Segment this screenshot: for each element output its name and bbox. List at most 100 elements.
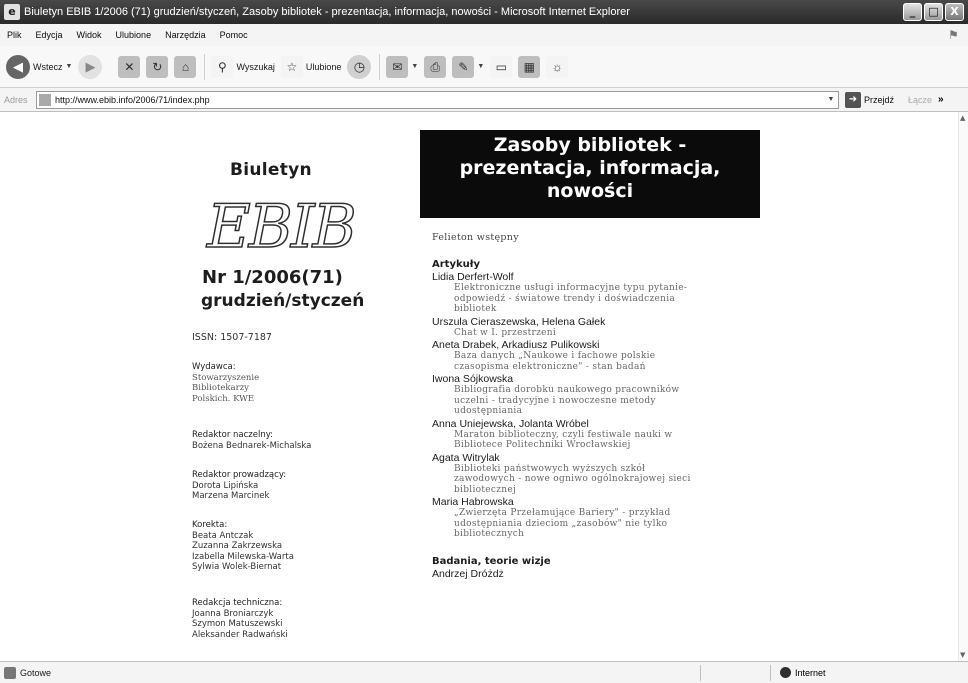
- messenger-icon: ☼: [546, 55, 569, 78]
- mail-icon: ✉: [386, 55, 409, 78]
- article-link[interactable]: Maraton biblioteczny, czyli festiwale na…: [432, 430, 777, 441]
- article-link[interactable]: udostępniania: [432, 406, 777, 417]
- menu-favorites[interactable]: Ulubione: [109, 30, 159, 40]
- close-button[interactable]: X: [945, 3, 964, 21]
- menu-view[interactable]: Widok: [70, 30, 109, 40]
- publisher-link[interactable]: Bibliotekarzy: [192, 383, 259, 394]
- refresh-icon: ↻: [146, 55, 169, 78]
- toolbar-separator: [204, 53, 206, 80]
- favorites-button[interactable]: ☆ Ulubione: [280, 55, 342, 78]
- go-label: Przejdź: [864, 94, 895, 105]
- article-author: Lidia Derfert-Wolf: [432, 271, 514, 283]
- research-button[interactable]: ▦: [518, 55, 541, 78]
- banner-line: prezentacja, informacja,: [459, 157, 721, 179]
- issue-date: grudzień/styczeń: [201, 291, 365, 311]
- print-button[interactable]: ⎙: [424, 55, 447, 78]
- maximize-button[interactable]: □: [924, 3, 943, 21]
- history-icon: ◷: [347, 54, 372, 79]
- lead-editor-name: Marzena Marcinek: [192, 491, 270, 501]
- url-input[interactable]: [55, 94, 824, 105]
- favorites-star-icon: ☆: [280, 55, 303, 78]
- article-link[interactable]: udostępniania dzieciom „zasobów" nie tyl…: [432, 519, 777, 530]
- editor-label: Redaktor naczelny:: [192, 430, 273, 440]
- search-label: Wyszukaj: [236, 61, 275, 72]
- article-author: Aneta Drabek, Arkadiusz Pulikowski: [432, 339, 600, 351]
- refresh-button[interactable]: ↻: [146, 55, 169, 78]
- editor-block: Redaktor naczelny: Bożena Bednarek-Micha…: [192, 430, 311, 451]
- status-text: Gotowe: [20, 667, 52, 678]
- page-icon: [39, 93, 51, 106]
- favorites-label: Ulubione: [305, 61, 342, 72]
- article-link[interactable]: „Zwierzęta Przełamujące Bariery" - przyk…: [432, 508, 777, 519]
- article-link[interactable]: odpowiedź - światowe trendy i doświadcze…: [432, 294, 777, 305]
- forward-arrow-icon: ▶: [78, 54, 103, 79]
- feuilleton-link[interactable]: Felieton wstępny: [432, 232, 777, 243]
- tech-editor-name: Aleksander Radwański: [192, 629, 288, 640]
- address-field[interactable]: ▼: [36, 90, 839, 109]
- article-link[interactable]: Elektroniczne usługi informacyjne typu p…: [432, 283, 777, 294]
- forward-button[interactable]: ▶: [78, 54, 103, 79]
- messenger-button[interactable]: ☼: [546, 55, 569, 78]
- window-title: Biuletyn EBIB 1/2006 (71) grudzień/stycz…: [24, 6, 630, 18]
- tech-editing-block: Redakcja techniczna: Joanna Broniarczyk …: [192, 598, 288, 640]
- links-label[interactable]: Łącze: [908, 95, 932, 105]
- editor-name: Bożena Bednarek-Michalska: [192, 440, 312, 451]
- address-bar: Adres ▼ ➜ Przejdź Łącze »: [0, 88, 968, 112]
- edit-icon: ✎: [452, 55, 475, 78]
- edit-button[interactable]: ✎ ▼: [452, 55, 484, 78]
- article-link[interactable]: Biblioteki państwowych wyższych szkół: [432, 464, 777, 475]
- page-done-icon: [4, 666, 16, 679]
- menu-help[interactable]: Pomoc: [213, 30, 255, 40]
- go-arrow-icon: ➜: [845, 91, 861, 108]
- minimize-button[interactable]: _: [903, 3, 922, 21]
- title-bar: e Biuletyn EBIB 1/2006 (71) grudzień/sty…: [0, 0, 968, 24]
- back-dropdown-icon[interactable]: ▼: [66, 63, 73, 70]
- publisher-link[interactable]: Polskich. KWE: [192, 394, 259, 405]
- url-dropdown-icon[interactable]: ▼: [824, 96, 838, 103]
- publisher-link[interactable]: Stowarzyszenie: [192, 373, 259, 384]
- home-icon: ⌂: [174, 55, 197, 78]
- discuss-button[interactable]: ▭: [490, 55, 513, 78]
- article-link[interactable]: bibliotecznej: [432, 485, 777, 496]
- article-link[interactable]: uczelni - tradycyjne i nowoczesne metody: [432, 396, 777, 407]
- article-link[interactable]: bibliotecznych: [432, 529, 777, 540]
- status-divider: [700, 665, 701, 681]
- edit-dropdown-icon[interactable]: ▼: [477, 63, 484, 70]
- research-heading: Badania, teorie wizje: [432, 555, 551, 567]
- history-button[interactable]: ◷: [347, 54, 372, 79]
- mail-dropdown-icon[interactable]: ▼: [411, 63, 418, 70]
- tech-editor-name: Szymon Matuszewski: [192, 619, 283, 629]
- lead-editors-block: Redaktor prowadzący: Dorota Lipińska Mar…: [192, 470, 286, 502]
- article-link[interactable]: zawodowych - nowe ogniwo ogólnokrajowej …: [432, 474, 777, 485]
- vertical-scrollbar[interactable]: ▲ ▼: [958, 112, 968, 661]
- menu-edit[interactable]: Edycja: [29, 30, 70, 40]
- menu-tools[interactable]: Narzędzia: [158, 30, 213, 40]
- proofreading-label: Korekta:: [192, 520, 228, 530]
- issue-number: Nr 1/2006(71): [202, 267, 343, 288]
- proofreader-name: Sylwia Wolek-Biernat: [192, 562, 282, 572]
- article-link[interactable]: Bibliografia dorobku naukowego pracownik…: [432, 385, 777, 396]
- scroll-up-icon[interactable]: ▲: [960, 114, 965, 122]
- proofreader-name: Zuzanna Zakrzewska: [192, 541, 283, 551]
- menu-bar: Plik Edycja Widok Ulubione Narzędzia Pom…: [0, 24, 968, 46]
- ebib-logo[interactable]: EBIB: [206, 191, 357, 263]
- back-arrow-icon: ◀: [6, 54, 30, 79]
- proofreader-name: Beata Antczak: [192, 530, 254, 541]
- back-button[interactable]: ◀ Wstecz ▼: [6, 54, 73, 79]
- home-button[interactable]: ⌂: [174, 55, 197, 78]
- menu-file[interactable]: Plik: [0, 30, 29, 40]
- go-button[interactable]: ➜ Przejdź: [845, 91, 895, 108]
- standard-toolbar: ◀ Wstecz ▼ ▶ ✕ ↻ ⌂ ⚲ Wyszukaj ☆ Ulubione…: [0, 46, 968, 88]
- chevron-right-icon[interactable]: »: [938, 94, 944, 105]
- article-link[interactable]: czasopisma elektroniczne" - stan badań: [432, 362, 777, 373]
- article-link[interactable]: bibliotek: [432, 304, 777, 315]
- stop-button[interactable]: ✕: [118, 55, 141, 78]
- mail-button[interactable]: ✉ ▼: [386, 55, 418, 78]
- article-link[interactable]: Bibliotece Politechniki Wrocławskiej: [432, 440, 777, 451]
- scroll-down-icon[interactable]: ▼: [960, 651, 965, 659]
- article-link[interactable]: Baza danych „Naukowe i fachowe polskie: [432, 351, 777, 362]
- back-label: Wstecz: [33, 61, 63, 72]
- article-link[interactable]: Chat w I. przestrzeni: [432, 328, 777, 339]
- article-author: Andrzej Dróżdż: [432, 567, 504, 580]
- search-button[interactable]: ⚲ Wyszukaj: [211, 55, 275, 78]
